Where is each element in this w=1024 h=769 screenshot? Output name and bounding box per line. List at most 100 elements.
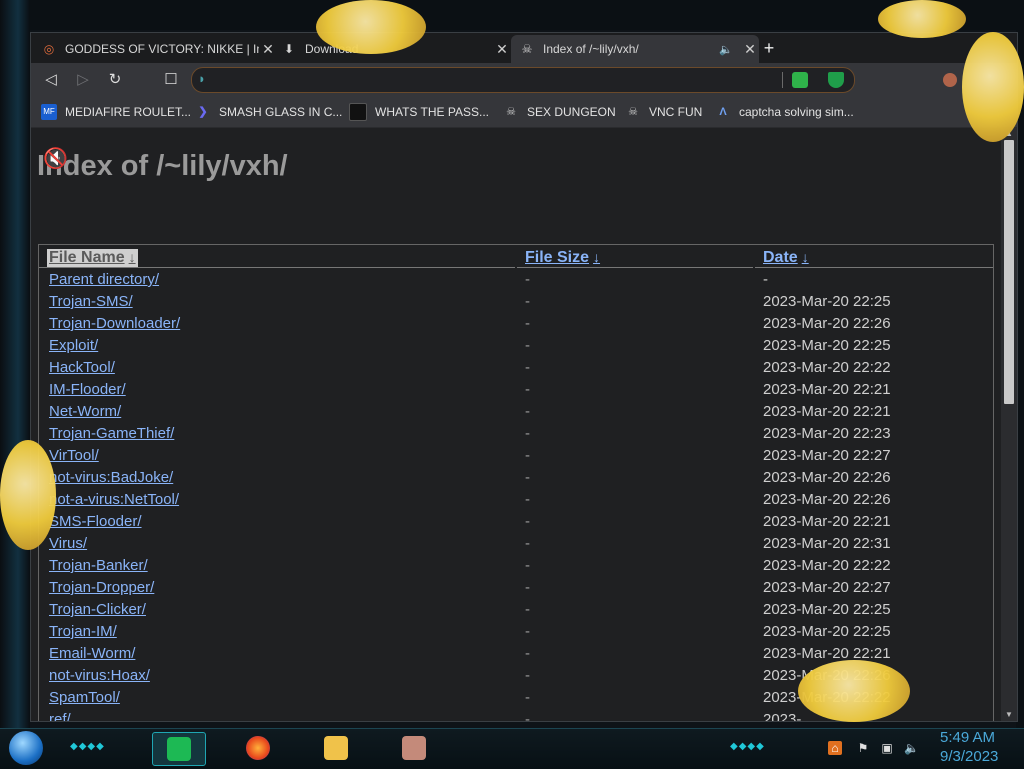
file-date-cell: 2023-Mar-20 22:22 bbox=[763, 557, 891, 574]
powershell-icon: ❯ bbox=[198, 106, 208, 118]
header-divider bbox=[39, 267, 515, 268]
file-size-cell: - bbox=[525, 271, 530, 288]
desktop-top-bar bbox=[0, 0, 1024, 30]
file-date-cell: 2023-Mar-20 22:25 bbox=[763, 623, 891, 640]
avatar[interactable] bbox=[943, 73, 957, 87]
taskbar-decor: ◆◆◆◆ bbox=[730, 741, 765, 752]
file-name-link[interactable]: VirTool/ bbox=[49, 447, 99, 464]
file-name-link[interactable]: not-virus:BadJoke/ bbox=[49, 469, 173, 486]
header-label: Date bbox=[763, 249, 798, 266]
table-row: VirTool/ - 2023-Mar-20 22:27 bbox=[39, 445, 993, 467]
bookmark-mediafire[interactable]: MF MEDIAFIRE ROULET... bbox=[41, 103, 191, 121]
table-row: Trojan-IM/ - 2023-Mar-20 22:25 bbox=[39, 621, 993, 643]
skull-icon: ☠ bbox=[506, 106, 516, 118]
file-name-link[interactable]: Trojan-Downloader/ bbox=[49, 315, 180, 332]
extension-green-icon[interactable] bbox=[792, 72, 808, 88]
tray-app-icon[interactable]: ⌂ bbox=[828, 741, 842, 755]
file-name-link[interactable]: HackTool/ bbox=[49, 359, 115, 376]
bookmark-label: SEX DUNGEON bbox=[527, 105, 616, 119]
file-name-link[interactable]: SpamTool/ bbox=[49, 689, 120, 706]
file-name-link[interactable]: Trojan-SMS/ bbox=[49, 293, 133, 310]
table-row: Trojan-Dropper/ - 2023-Mar-20 22:27 bbox=[39, 577, 993, 599]
file-date-cell: 2023-Mar-20 22:22 bbox=[763, 359, 891, 376]
shield-icon[interactable] bbox=[828, 72, 844, 88]
file-name-link[interactable]: Virus/ bbox=[49, 535, 87, 552]
back-button[interactable]: ◁ bbox=[41, 70, 61, 90]
file-size-cell: - bbox=[525, 359, 530, 376]
file-name-link[interactable]: Parent directory/ bbox=[49, 271, 159, 288]
file-date-cell: 2023-Mar-20 22:26 bbox=[763, 469, 891, 486]
file-name-link[interactable]: Trojan-Clicker/ bbox=[49, 601, 146, 618]
flag-icon[interactable]: ⚑ bbox=[856, 741, 870, 755]
address-bar[interactable]: ◗ bbox=[191, 67, 855, 93]
table-row: Trojan-Banker/ - 2023-Mar-20 22:22 bbox=[39, 555, 993, 577]
tab-index[interactable]: ☠ Index of /~lily/vxh/ 🔈 ✕ bbox=[511, 35, 759, 63]
taskbar-app-spotify[interactable] bbox=[152, 732, 206, 766]
reload-button[interactable]: ↻ bbox=[105, 70, 125, 90]
file-date-cell: 2023-Mar-20 22:25 bbox=[763, 293, 891, 310]
clock-date[interactable]: 9/3/2023 bbox=[940, 748, 998, 765]
spotify-icon bbox=[167, 737, 191, 761]
bookmark-dungeon[interactable]: ☠ SEX DUNGEON bbox=[503, 103, 616, 121]
file-date-cell: 2023-Mar-20 22:23 bbox=[763, 425, 891, 442]
bookmark-icon[interactable]: ☐ bbox=[161, 70, 181, 90]
network-icon[interactable]: ▣ bbox=[880, 741, 894, 755]
file-date-cell: 2023-Mar-20 22:31 bbox=[763, 535, 891, 552]
file-name-link[interactable]: not-a-virus:NetTool/ bbox=[49, 491, 179, 508]
file-name-link[interactable]: IM-Flooder/ bbox=[49, 381, 126, 398]
file-date-cell: 2023-Mar-20 22:27 bbox=[763, 447, 891, 464]
taskbar: ◆◆◆◆ ◆◆◆◆ ⌂ ⚑ ▣ 🔈 5:49 AM 9/3/2023 bbox=[0, 728, 1024, 769]
taskbar-app-firefox[interactable] bbox=[232, 732, 284, 764]
taskbar-app-game[interactable] bbox=[388, 732, 440, 764]
bookmark-captcha[interactable]: Λ captcha solving sim... bbox=[715, 103, 853, 121]
file-date-cell: 2023-Mar-20 22:21 bbox=[763, 403, 891, 420]
bookmark-label: MEDIAFIRE ROULET... bbox=[65, 105, 192, 119]
sticker-image bbox=[316, 0, 426, 54]
bookmark-vnc-fun[interactable]: ☠ VNC FUN bbox=[625, 103, 702, 121]
file-name-link[interactable]: Exploit/ bbox=[49, 337, 98, 354]
start-button[interactable] bbox=[9, 731, 43, 765]
forward-button[interactable]: ▷ bbox=[73, 70, 93, 90]
file-name-link[interactable]: ref/ bbox=[49, 711, 71, 721]
clock-time[interactable]: 5:49 AM bbox=[940, 729, 995, 746]
sticker-image bbox=[0, 440, 56, 550]
desktop-left-edge bbox=[0, 0, 30, 728]
download-icon: ⬇ bbox=[283, 42, 295, 56]
table-row: SMS-Flooder/ - 2023-Mar-20 22:21 bbox=[39, 511, 993, 533]
speaker-icon[interactable]: 🔈 bbox=[719, 43, 735, 56]
header-label: File Name bbox=[49, 249, 125, 266]
scroll-down-icon[interactable]: ▼ bbox=[1001, 709, 1017, 721]
sticker-image bbox=[962, 32, 1024, 142]
file-size-cell: - bbox=[525, 381, 530, 398]
page-scrollbar[interactable]: ▲ ▼ bbox=[1001, 128, 1017, 721]
column-header-date[interactable]: Date ↓ bbox=[763, 249, 809, 267]
sort-arrow-icon: ↓ bbox=[128, 249, 136, 265]
bookmark-whats-the-pass[interactable]: WHATS THE PASS... bbox=[349, 103, 489, 121]
table-row: Trojan-SMS/ - 2023-Mar-20 22:25 bbox=[39, 291, 993, 313]
file-name-link[interactable]: Email-Worm/ bbox=[49, 645, 135, 662]
column-header-size[interactable]: File Size ↓ bbox=[525, 249, 600, 267]
header-divider bbox=[517, 267, 753, 268]
close-icon[interactable]: ✕ bbox=[741, 41, 759, 58]
close-icon[interactable]: ✕ bbox=[493, 41, 511, 58]
file-name-link[interactable]: SMS-Flooder/ bbox=[49, 513, 142, 530]
skull-icon: ☠ bbox=[628, 106, 638, 118]
volume-icon[interactable]: 🔈 bbox=[904, 741, 919, 755]
file-name-link[interactable]: not-virus:Hoax/ bbox=[49, 667, 150, 684]
bookmark-label: VNC FUN bbox=[649, 105, 703, 119]
table-row: Parent directory/ - - bbox=[39, 269, 993, 291]
file-name-link[interactable]: Net-Worm/ bbox=[49, 403, 121, 420]
file-name-link[interactable]: Trojan-Banker/ bbox=[49, 557, 148, 574]
taskbar-app-explorer[interactable] bbox=[310, 732, 362, 764]
site-info-icon[interactable]: ◗ bbox=[198, 71, 214, 87]
file-name-link[interactable]: Trojan-IM/ bbox=[49, 623, 117, 640]
new-tab-button[interactable]: + bbox=[759, 39, 779, 59]
table-row: not-a-virus:NetTool/ - 2023-Mar-20 22:26 bbox=[39, 489, 993, 511]
file-size-cell: - bbox=[525, 711, 530, 721]
scroll-thumb[interactable] bbox=[1004, 140, 1014, 404]
file-name-link[interactable]: Trojan-Dropper/ bbox=[49, 579, 154, 596]
column-header-name[interactable]: File Name ↓ bbox=[47, 249, 138, 267]
file-name-link[interactable]: Trojan-GameThief/ bbox=[49, 425, 174, 442]
bookmark-smash-glass[interactable]: ❯ SMASH GLASS IN C... bbox=[195, 103, 342, 121]
tab-nikke[interactable]: ◎ GODDESS OF VICTORY: NIKKE | Ima ✕ bbox=[35, 35, 277, 63]
